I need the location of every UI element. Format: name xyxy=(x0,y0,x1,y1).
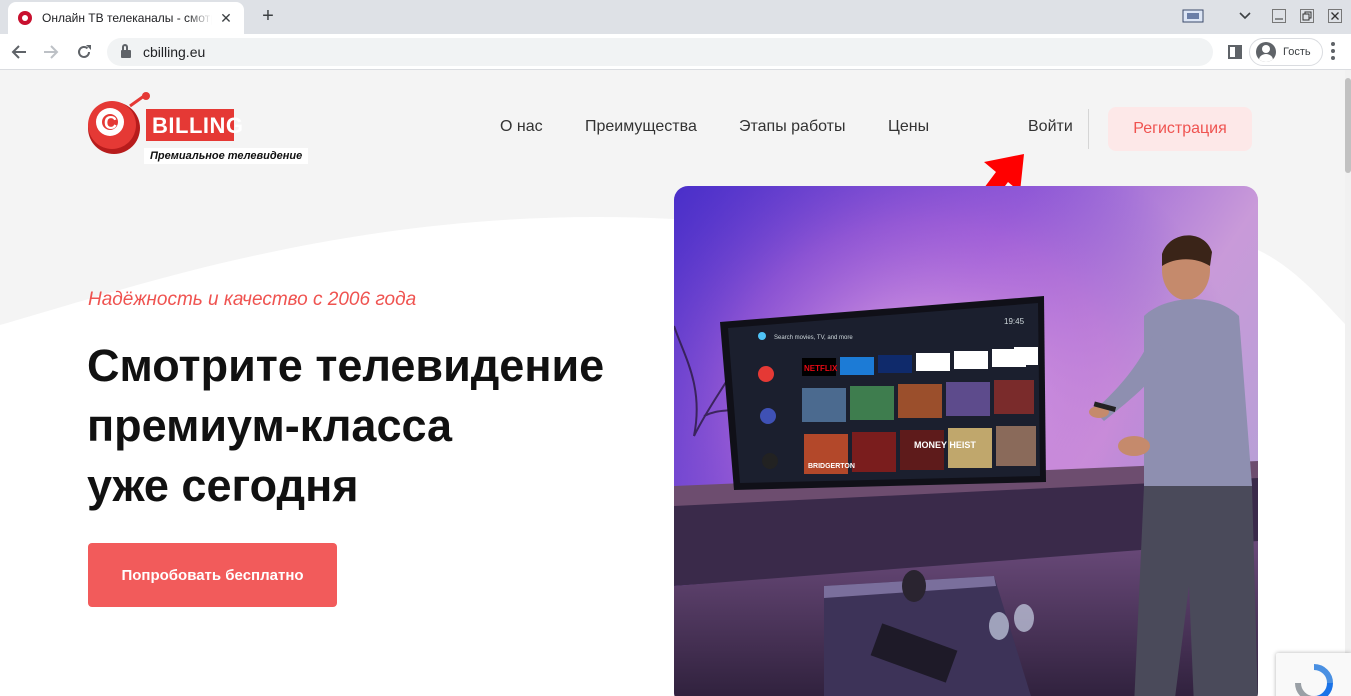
recaptcha-icon xyxy=(1295,664,1333,696)
tv-search-hint: Search movies, TV, and more xyxy=(774,335,853,341)
reload-icon[interactable] xyxy=(72,40,96,64)
browser-tab[interactable]: Онлайн ТВ телеканалы - смотреть ✕ xyxy=(8,2,244,34)
headline-line-3: уже сегодня xyxy=(87,460,359,511)
tab-search-icon[interactable] xyxy=(1230,2,1260,30)
login-link[interactable]: Войти xyxy=(1028,118,1073,136)
close-tab-icon[interactable]: ✕ xyxy=(218,10,234,27)
hero-tagline: Надёжность и качество с 2006 года xyxy=(88,289,417,310)
window-switch-button[interactable] xyxy=(1176,2,1210,30)
page-scrollbar[interactable] xyxy=(1345,70,1351,696)
hero-headline: Смотрите телевидение премиум-класса уже … xyxy=(87,336,604,516)
address-bar[interactable]: cbilling.eu xyxy=(107,38,1213,66)
profile-label: Гость xyxy=(1283,46,1311,58)
minimize-icon[interactable] xyxy=(1266,2,1292,30)
hero-image: Search movies, TV, and more 19:45 NETFLI… xyxy=(674,186,1258,696)
close-window-icon[interactable] xyxy=(1322,2,1348,30)
try-free-button[interactable]: Попробовать бесплатно xyxy=(88,543,337,607)
tv-tile-bridgerton: BRIDGERTON xyxy=(808,463,855,470)
lock-icon xyxy=(121,44,131,58)
more-menu-icon[interactable] xyxy=(1331,42,1335,60)
tv-app-netflix: NETFLIX xyxy=(804,364,838,373)
profile-button[interactable]: Гость xyxy=(1249,38,1323,66)
new-tab-icon[interactable]: + xyxy=(258,6,278,26)
site-favicon-icon xyxy=(18,11,32,25)
tab-title: Онлайн ТВ телеканалы - смотреть xyxy=(42,11,212,25)
avatar-icon xyxy=(1256,42,1276,62)
register-button[interactable]: Регистрация xyxy=(1108,107,1252,151)
nav-prices[interactable]: Цены xyxy=(888,118,929,136)
recaptcha-badge[interactable] xyxy=(1276,653,1351,696)
tv-living-room-illustration: Search movies, TV, and more 19:45 NETFLI… xyxy=(674,186,1258,696)
tv-clock: 19:45 xyxy=(1004,317,1025,326)
svg-text:C: C xyxy=(104,113,117,133)
back-arrow-icon[interactable] xyxy=(7,40,31,64)
nav-divider xyxy=(1088,109,1089,149)
scroll-thumb[interactable] xyxy=(1345,78,1351,173)
url-text[interactable]: cbilling.eu xyxy=(143,44,205,60)
browser-toolbar: cbilling.eu Гость xyxy=(0,34,1351,70)
webpage: C BILLING Премиальное телевидение О нас … xyxy=(0,70,1351,696)
logo-text: BILLING xyxy=(152,113,244,138)
logo-tagline: Премиальное телевидение xyxy=(144,148,309,164)
nav-steps[interactable]: Этапы работы xyxy=(739,118,846,136)
restore-icon[interactable] xyxy=(1294,2,1320,30)
headline-line-1: Смотрите телевидение xyxy=(87,340,605,391)
tv-tile-money-heist: MONEY HEIST xyxy=(914,440,976,450)
side-panel-icon[interactable] xyxy=(1223,40,1247,64)
forward-arrow-icon[interactable] xyxy=(39,40,63,64)
headline-line-2: премиум-класса xyxy=(87,400,453,451)
nav-about[interactable]: О нас xyxy=(500,118,543,136)
nav-advantages[interactable]: Преимущества xyxy=(585,118,697,136)
browser-tabstrip: Онлайн ТВ телеканалы - смотреть ✕ + xyxy=(0,0,1351,34)
window-switch-icon xyxy=(1182,9,1204,23)
